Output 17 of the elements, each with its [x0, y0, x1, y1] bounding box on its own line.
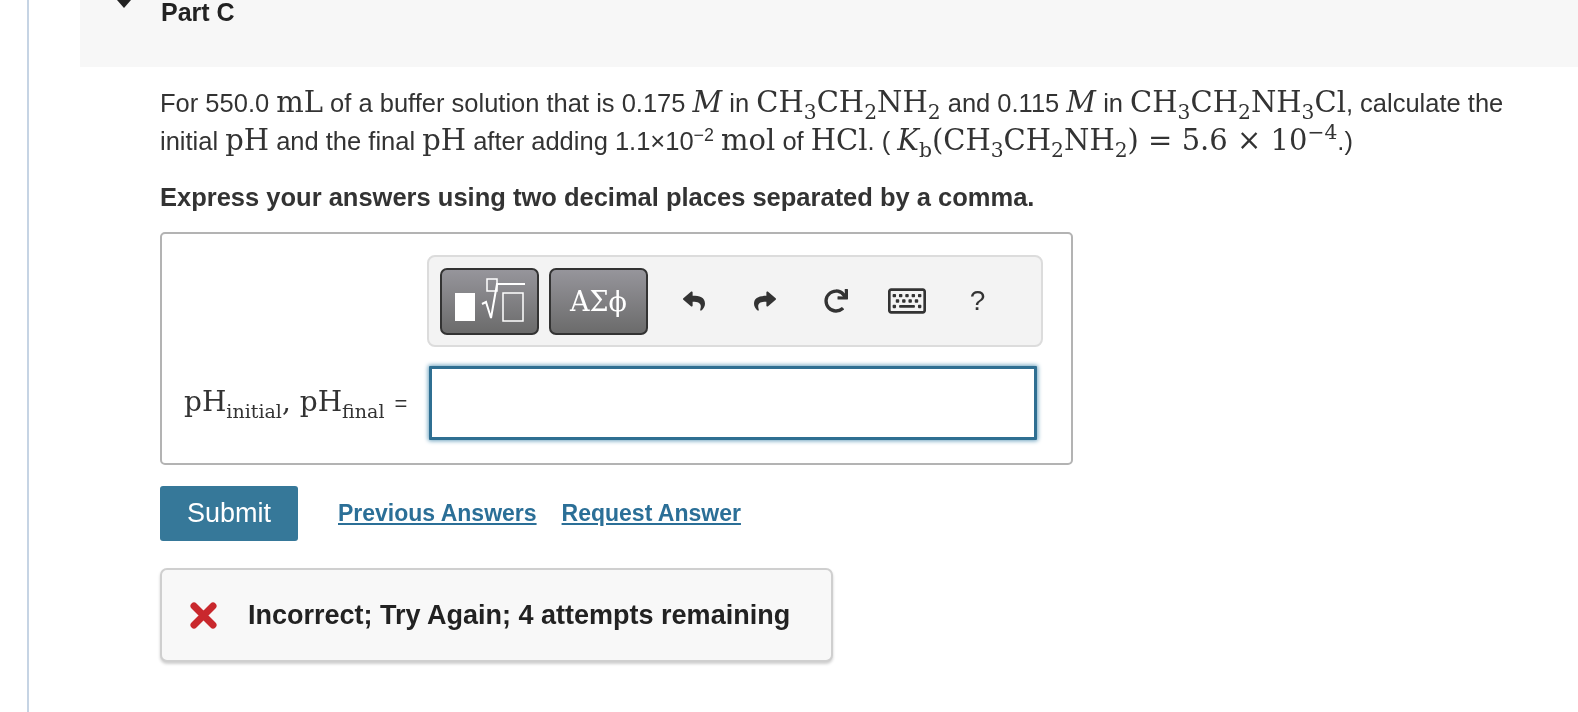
feedback-text: Incorrect; Try Again; 4 attempts remaining	[248, 599, 791, 631]
answer-label: pH$_{initial}$, pH$_{final}$ =	[184, 384, 409, 422]
symbols-button[interactable]: ΑΣϕ	[549, 267, 648, 335]
help-button[interactable]: ?	[942, 276, 1013, 326]
undo-icon	[682, 290, 705, 312]
part-title: Part C	[161, 0, 235, 25]
caret-icon[interactable]	[117, 0, 131, 8]
radical-template-icon	[452, 278, 527, 324]
submit-button[interactable]: Submit	[160, 486, 298, 541]
template-button[interactable]	[440, 267, 539, 335]
redo-icon	[753, 290, 776, 312]
answer-input[interactable]	[429, 366, 1037, 440]
answer-link[interactable]: Previous Answers	[338, 500, 537, 527]
instruction-text: Express your answers using two decimal places separated by a comma.	[160, 182, 1036, 212]
problem-text: For 550.0 mL of a buffer solution that is 0.175 M in CH$_{3}$CH$_{2}$NH$_{2}$ and 0.115 M in CH$_{3}$CH$_{2}$NH$_{3}$Cl, calculate the initial pH and the final pH after adding 1.1×10$^{−2}$ mol of HCl. ( K$_{b}$(CH$_{3}$CH$_{2}$NH$_{2}$) = 5.6 × 10$^{−4}$.)	[160, 84, 1505, 160]
reset-icon	[823, 289, 848, 313]
answer-link[interactable]: Request Answer	[561, 500, 741, 527]
